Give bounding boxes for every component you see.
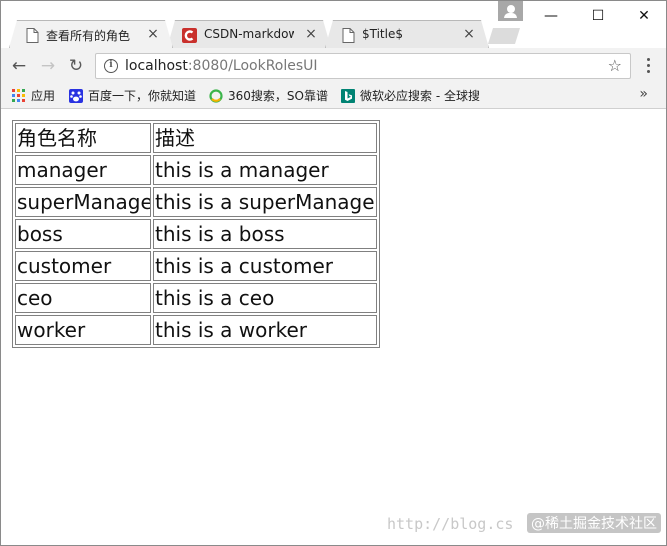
tab-title: 查看所有的角色 [46, 29, 131, 43]
role-description-cell: this is a superManage [153, 187, 377, 217]
csdn-icon [182, 28, 197, 43]
bookmark-star-icon[interactable]: ☆ [608, 56, 622, 75]
bookmark-apps[interactable]: 应用 [12, 87, 55, 105]
bookmark-baidu[interactable]: 百度一下，你就知道 [69, 87, 196, 105]
roles-table: 角色名称 描述 manager this is a manager superM… [12, 120, 380, 348]
close-window-button[interactable]: ✕ [629, 5, 659, 27]
tab-strip: 查看所有的角色 × CSDN-markdown × $Title$ × — ☐ [1, 1, 666, 48]
role-name-cell: superManage [15, 187, 151, 217]
forward-button[interactable]: → [37, 55, 59, 77]
bookmark-label: 360搜索，SO靠谱 [228, 89, 328, 103]
table-row: boss this is a boss [15, 219, 377, 249]
tab-csdn[interactable]: CSDN-markdown × [167, 20, 331, 48]
role-description-cell: this is a ceo [153, 283, 377, 313]
role-description-cell: this is a worker [153, 315, 377, 345]
table-row: worker this is a worker [15, 315, 377, 345]
bookmark-360[interactable]: 360搜索，SO靠谱 [209, 87, 328, 105]
toolbar: ← → ↻ i localhost:8080/LookRolesUI ☆ [1, 48, 666, 84]
bookmark-label: 百度一下，你就知道 [88, 89, 197, 103]
header-description: 描述 [153, 123, 377, 153]
bookmark-label: 微软必应搜索 - 全球搜 [360, 89, 480, 103]
new-tab-button[interactable] [488, 28, 520, 44]
bookmarks-overflow-button[interactable]: » [639, 86, 648, 102]
role-name-cell: manager [15, 155, 151, 185]
watermark-url: http://blog.cs [387, 515, 514, 533]
tab-title: CSDN-markdown [204, 27, 294, 41]
bookmarks-bar: 应用 百度一下，你就知道 360搜索，SO靠谱 微软必应搜索 - 全球搜 » [1, 84, 666, 109]
role-name-cell: ceo [15, 283, 151, 313]
role-name-cell: worker [15, 315, 151, 345]
table-row: ceo this is a ceo [15, 283, 377, 313]
menu-button[interactable] [641, 55, 655, 77]
profile-button[interactable] [498, 1, 523, 21]
360-icon [209, 89, 223, 103]
page-content: 角色名称 描述 manager this is a manager superM… [1, 109, 666, 545]
tab-roles[interactable]: 查看所有的角色 × [9, 20, 173, 48]
url-host: localhost [125, 58, 188, 74]
close-icon[interactable]: × [304, 26, 318, 42]
page-icon [342, 28, 355, 43]
page-icon [26, 28, 39, 43]
bookmark-label: 应用 [31, 89, 56, 103]
apps-icon [12, 89, 26, 103]
bookmark-bing[interactable]: 微软必应搜索 - 全球搜 [341, 87, 481, 105]
user-icon [507, 5, 515, 13]
role-name-cell: boss [15, 219, 151, 249]
tab-title: $Title$ [362, 27, 403, 41]
tab-title-placeholder[interactable]: $Title$ × [325, 20, 489, 48]
table-row: customer this is a customer [15, 251, 377, 281]
reload-button[interactable]: ↻ [65, 55, 87, 77]
table-row: manager this is a manager [15, 155, 377, 185]
bing-icon [341, 89, 355, 103]
minimize-button[interactable]: — [536, 5, 566, 27]
info-icon[interactable]: i [104, 59, 118, 73]
close-icon[interactable]: × [462, 26, 476, 42]
url-path: :8080/LookRolesUI [187, 58, 318, 74]
role-description-cell: this is a boss [153, 219, 377, 249]
role-description-cell: this is a manager [153, 155, 377, 185]
user-icon-body [504, 13, 517, 18]
baidu-paw-icon [69, 89, 83, 103]
role-description-cell: this is a customer [153, 251, 377, 281]
browser-window: 查看所有的角色 × CSDN-markdown × $Title$ × — ☐ [0, 0, 667, 546]
close-icon[interactable]: × [146, 26, 160, 42]
role-name-cell: customer [15, 251, 151, 281]
address-bar[interactable]: i localhost:8080/LookRolesUI ☆ [95, 53, 631, 79]
header-role-name: 角色名称 [15, 123, 151, 153]
table-row: superManage this is a superManage [15, 187, 377, 217]
url-text[interactable]: localhost:8080/LookRolesUI [125, 58, 318, 74]
watermark-badge: @稀土掘金技术社区 [527, 513, 661, 533]
maximize-button[interactable]: ☐ [583, 5, 613, 27]
back-button[interactable]: ← [8, 55, 30, 77]
table-header-row: 角色名称 描述 [15, 123, 377, 153]
